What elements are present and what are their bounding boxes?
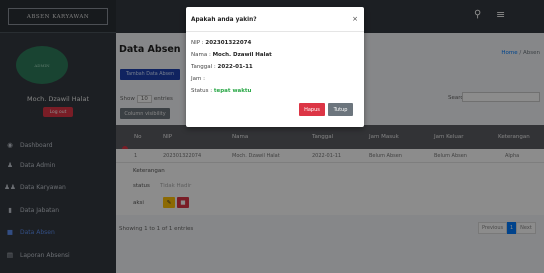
modal-title: Apakah anda yakin? <box>191 17 257 23</box>
confirm-delete-modal: Apakah anda yakin? × NIP : 202301322074 … <box>186 7 364 127</box>
modal-divider <box>186 31 364 32</box>
modal-tanggal-label: Tanggal : <box>191 64 216 70</box>
modal-nip-value: 202301322074 <box>205 40 252 46</box>
modal-nama-value: Moch. Dzawil Halat <box>212 52 272 58</box>
modal-nama: Nama : Moch. Dzawil Halat <box>191 52 272 58</box>
modal-status-value: tepat waktu <box>213 88 252 94</box>
modal-tanggal-value: 2022-01-11 <box>217 64 253 70</box>
modal-jam-label: Jam : <box>191 76 205 82</box>
modal-tanggal: Tanggal : 2022-01-11 <box>191 64 253 70</box>
modal-jam: Jam : <box>191 76 205 82</box>
modal-status-label: Status : <box>191 88 213 94</box>
modal-nip-label: NIP : <box>191 40 204 46</box>
tutup-button[interactable]: Tutup <box>328 103 353 116</box>
hapus-button[interactable]: Hapus <box>299 103 325 116</box>
modal-nip: NIP : 202301322074 <box>191 40 251 46</box>
close-icon[interactable]: × <box>352 15 358 23</box>
modal-nama-label: Nama : <box>191 52 211 58</box>
modal-status: Status : tepat waktu <box>191 88 251 94</box>
